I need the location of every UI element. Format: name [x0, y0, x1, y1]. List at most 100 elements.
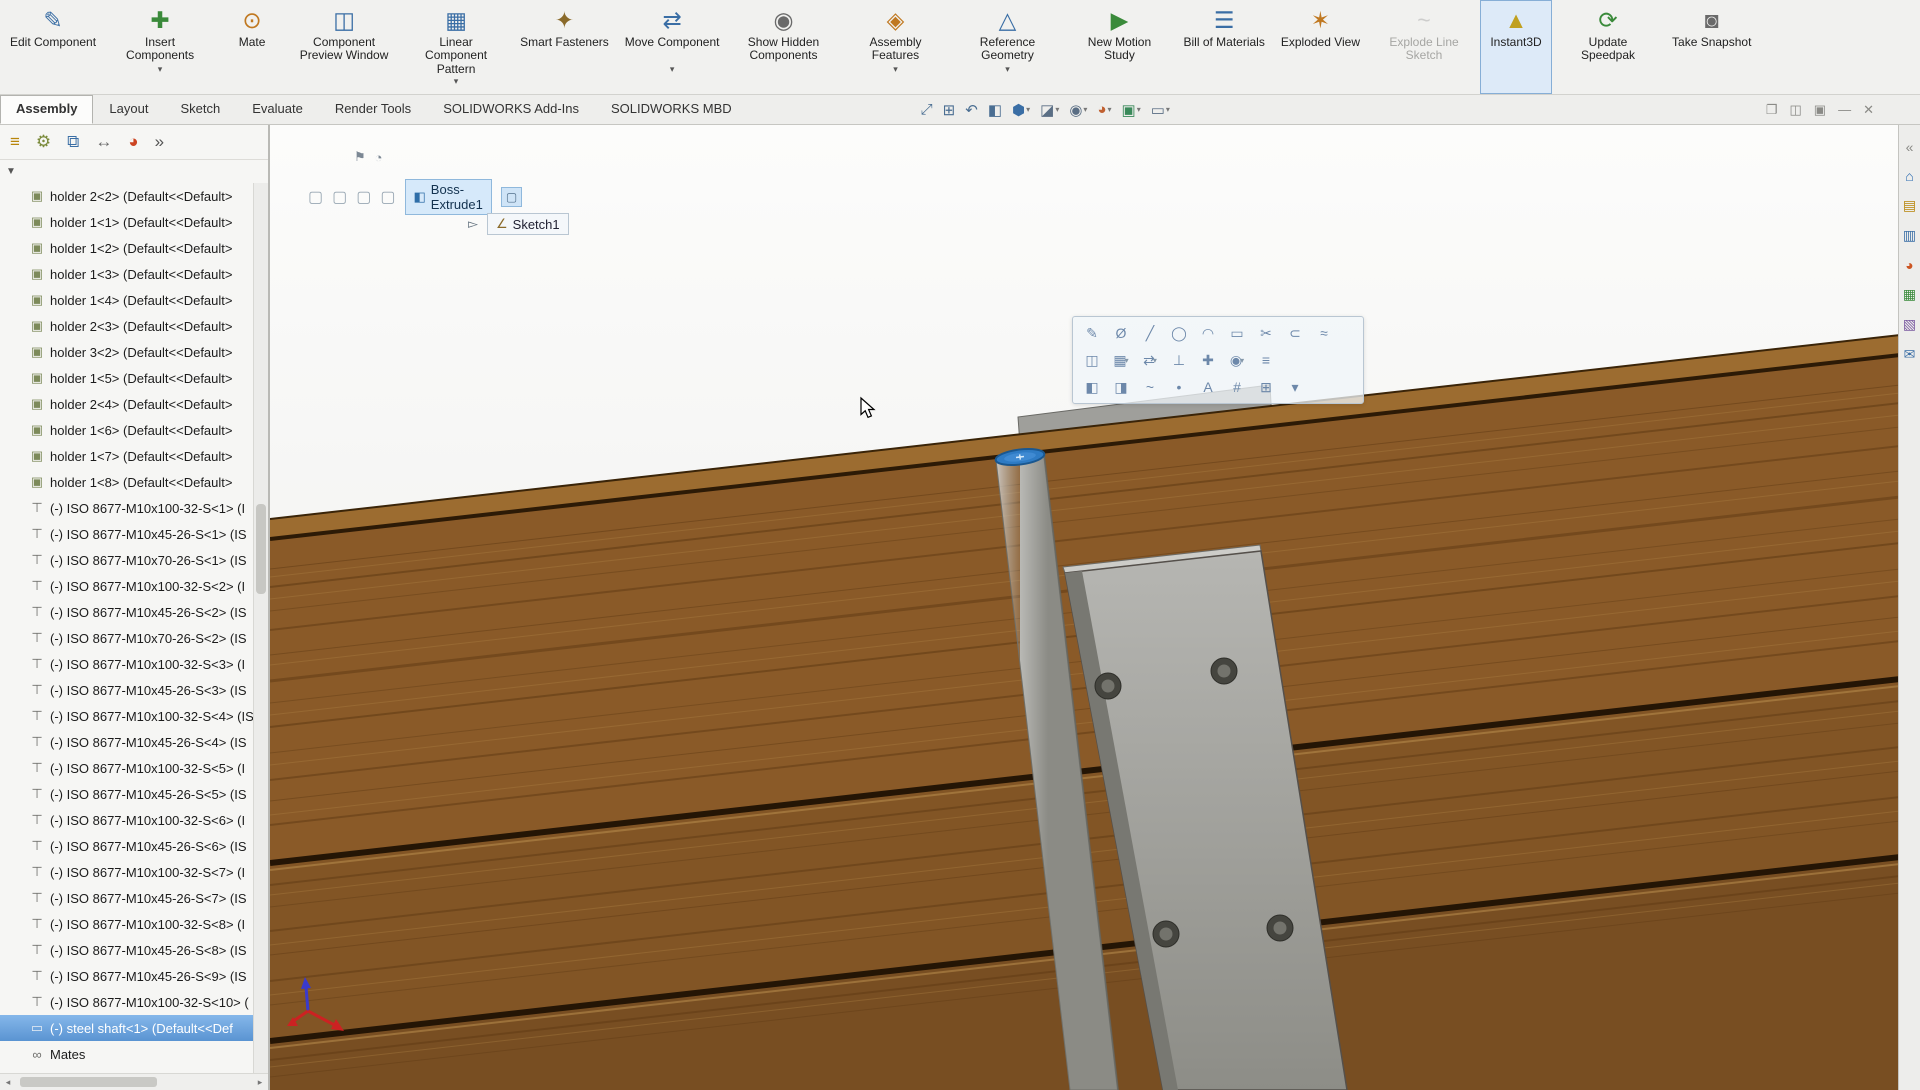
ribbon-tab[interactable]: Evaluate	[236, 95, 319, 124]
tree-item[interactable]: ⊤ (-) ISO 8677-M10x100-32-S<8> (I	[0, 911, 254, 937]
breadcrumb-component-icon[interactable]: ▢	[380, 187, 395, 207]
breadcrumb-component-icon[interactable]: ▢	[308, 187, 323, 207]
ribbon-tab[interactable]: Render Tools	[319, 95, 427, 124]
move-entities-icon[interactable]: ⇄ ▾	[1137, 348, 1163, 372]
grid-snap-icon[interactable]: ⊞	[1253, 375, 1279, 399]
ribbon-tab[interactable]: Assembly	[0, 95, 94, 124]
panel-horizontal-scrollbar[interactable]: ◂ ▸	[0, 1073, 268, 1090]
trim-entities-icon[interactable]: ✂	[1253, 321, 1279, 345]
tree-item[interactable]: ⊤ (-) ISO 8677-M10x45-26-S<4> (IS	[0, 729, 254, 755]
dropdown-caret-icon[interactable]: ▾	[893, 64, 898, 75]
tree-flyout-arrow[interactable]: ▼	[0, 160, 268, 182]
dropdown-caret-icon[interactable]: ▾	[1153, 356, 1157, 365]
tree-item[interactable]: ▣ holder 2<2> (Default<<Default>	[0, 183, 254, 209]
view-settings-icon[interactable]: ▭ ▾	[1148, 101, 1173, 119]
text-icon[interactable]: A	[1195, 375, 1221, 399]
update-speedpak-button[interactable]: ⟳ Update Speedpak	[1552, 0, 1664, 94]
bill-of-materials-button[interactable]: ☰ Bill of Materials	[1175, 0, 1272, 94]
tree-item[interactable]: ⊤ (-) ISO 8677-M10x45-26-S<2> (IS	[0, 599, 254, 625]
linear-component-pattern-button[interactable]: ▦ Linear Component Pattern ▾	[400, 0, 512, 94]
mate-button[interactable]: ⊙ Mate	[216, 0, 288, 94]
breadcrumb-pin-icon[interactable]: ⚑	[354, 149, 366, 165]
tree-item[interactable]: ⊤ (-) ISO 8677-M10x100-32-S<10> (	[0, 989, 254, 1015]
configurationmanager-icon[interactable]: ⧉	[67, 132, 79, 152]
window-close-icon[interactable]: ✕	[1863, 102, 1874, 118]
offset-entities-icon[interactable]: ≈	[1311, 321, 1337, 345]
assembly-features-button[interactable]: ◈ Assembly Features ▾	[839, 0, 951, 94]
zoom-to-area-icon[interactable]: ⊞	[940, 101, 959, 119]
breadcrumb-body-icon[interactable]: ▢	[500, 187, 523, 207]
window-cascade-icon[interactable]: ❐	[1766, 102, 1778, 118]
move-component-button[interactable]: ⇄ Move Component ▾	[617, 0, 728, 94]
tree-item[interactable]: ⊤ (-) ISO 8677-M10x70-26-S<1> (IS	[0, 547, 254, 573]
smart-fasteners-button[interactable]: ✦ Smart Fasteners	[512, 0, 617, 94]
mirror-entities-icon[interactable]: ◫	[1079, 348, 1105, 372]
rectangle-icon[interactable]: ▭	[1224, 321, 1250, 345]
arc-icon[interactable]: ◠	[1195, 321, 1221, 345]
plane-icon[interactable]: ◧	[1079, 375, 1105, 399]
edit-appearance-icon[interactable]: ◕ ▾	[1094, 101, 1114, 118]
forum-icon[interactable]: ✉	[1904, 346, 1916, 363]
tree-item[interactable]: ▣ holder 1<6> (Default<<Default>	[0, 417, 254, 443]
tree-item[interactable]: ⊤ (-) ISO 8677-M10x100-32-S<2> (I	[0, 573, 254, 599]
window-minimize-icon[interactable]: —	[1838, 102, 1851, 117]
design-library-icon[interactable]: ▤	[1903, 197, 1916, 214]
scrollbar-thumb[interactable]	[20, 1077, 157, 1087]
tree-item[interactable]: ⊤ (-) ISO 8677-M10x100-32-S<4> (IS	[0, 703, 254, 729]
sketch-icon[interactable]: ✎	[1079, 321, 1105, 345]
spline-icon[interactable]: ~	[1137, 375, 1163, 399]
insert-components-button[interactable]: ✚ Insert Components ▾	[104, 0, 216, 94]
tree-item[interactable]: ⊤ (-) ISO 8677-M10x100-32-S<3> (I	[0, 651, 254, 677]
quick-snaps-icon[interactable]: ◉ ▾	[1224, 348, 1250, 372]
repair-sketch-icon[interactable]: ✚	[1195, 348, 1221, 372]
scroll-left-arrow-icon[interactable]: ◂	[0, 1077, 16, 1088]
3d-sketch-icon[interactable]: ◨	[1108, 375, 1134, 399]
scroll-right-arrow-icon[interactable]: ▸	[252, 1077, 268, 1088]
view-orientation-icon[interactable]: ⬢ ▾	[1009, 101, 1033, 119]
linear-sketch-pattern-icon[interactable]: ▦ ▾	[1108, 348, 1134, 372]
component-preview-window-button[interactable]: ◫ Component Preview Window	[288, 0, 400, 94]
tree-item[interactable]: ▣ holder 2<3> (Default<<Default>	[0, 313, 254, 339]
breadcrumb-feature-chip[interactable]: ◧ Boss-Extrude1	[404, 179, 492, 215]
tree-item[interactable]: ⊤ (-) ISO 8677-M10x45-26-S<9> (IS	[0, 963, 254, 989]
exploded-view-button[interactable]: ✶ Exploded View	[1273, 0, 1368, 94]
dropdown-caret-icon[interactable]: ▾	[158, 64, 163, 75]
dropdown-caret-icon[interactable]: ▾	[1166, 105, 1170, 114]
tree-item[interactable]: ⊤ (-) ISO 8677-M10x45-26-S<3> (IS	[0, 677, 254, 703]
sketch-options-icon[interactable]: ≡	[1253, 348, 1279, 372]
tree-item[interactable]: ∞ Mates	[0, 1041, 254, 1067]
file-explorer-icon[interactable]: ▥	[1903, 227, 1916, 244]
smart-dimension-icon[interactable]: Ø	[1108, 321, 1134, 345]
ribbon-tab[interactable]: SOLIDWORKS MBD	[595, 95, 748, 124]
featuremanager-tree-icon[interactable]: ≡	[10, 132, 20, 152]
take-snapshot-button[interactable]: ◙ Take Snapshot	[1664, 0, 1759, 94]
previous-view-icon[interactable]: ↶	[962, 101, 981, 119]
dropdown-caret-icon[interactable]: ▾	[1005, 64, 1010, 75]
tree-item[interactable]: ▣ holder 1<4> (Default<<Default>	[0, 287, 254, 313]
propertymanager-icon[interactable]: ⚙	[36, 132, 51, 152]
window-restore-icon[interactable]: ▣	[1814, 102, 1826, 118]
explode-line-sketch-button[interactable]: ~ Explode Line Sketch	[1368, 0, 1480, 94]
dimxpertmanager-icon[interactable]: ↔	[95, 132, 112, 152]
ribbon-tab[interactable]: SOLIDWORKS Add-Ins	[427, 95, 595, 124]
tree-vertical-scrollbar[interactable]	[253, 183, 268, 1074]
breadcrumb-component-icon[interactable]: ▢	[356, 187, 371, 207]
home-icon[interactable]: ⌂	[1905, 168, 1913, 184]
tree-item[interactable]: ⊤ (-) ISO 8677-M10x70-26-S<2> (IS	[0, 625, 254, 651]
tree-item[interactable]: ▣ holder 3<2> (Default<<Default>	[0, 339, 254, 365]
dropdown-caret-icon[interactable]: ▾	[1108, 105, 1112, 114]
tree-item[interactable]: ⊤ (-) ISO 8677-M10x100-32-S<6> (I	[0, 807, 254, 833]
ribbon-tab[interactable]: Sketch	[164, 95, 236, 124]
more-tools-icon[interactable]: ▾	[1282, 375, 1308, 399]
dropdown-caret-icon[interactable]: ▾	[1055, 105, 1059, 114]
zoom-to-fit-icon[interactable]: ⤢	[918, 101, 936, 118]
display-relations-icon[interactable]: ⊥	[1166, 348, 1192, 372]
new-motion-study-button[interactable]: ▶ New Motion Study	[1063, 0, 1175, 94]
tree-item[interactable]: ⊤ (-) ISO 8677-M10x45-26-S<5> (IS	[0, 781, 254, 807]
appearances-icon[interactable]: ◕	[1905, 257, 1913, 273]
display-style-icon[interactable]: ◪ ▾	[1037, 101, 1062, 119]
ribbon-tab[interactable]: Layout	[93, 95, 164, 124]
tree-item[interactable]: ⊤ (-) ISO 8677-M10x45-26-S<1> (IS	[0, 521, 254, 547]
tree-item[interactable]: ▣ holder 1<8> (Default<<Default>	[0, 469, 254, 495]
tree-item[interactable]: ⊤ (-) ISO 8677-M10x45-26-S<6> (IS	[0, 833, 254, 859]
